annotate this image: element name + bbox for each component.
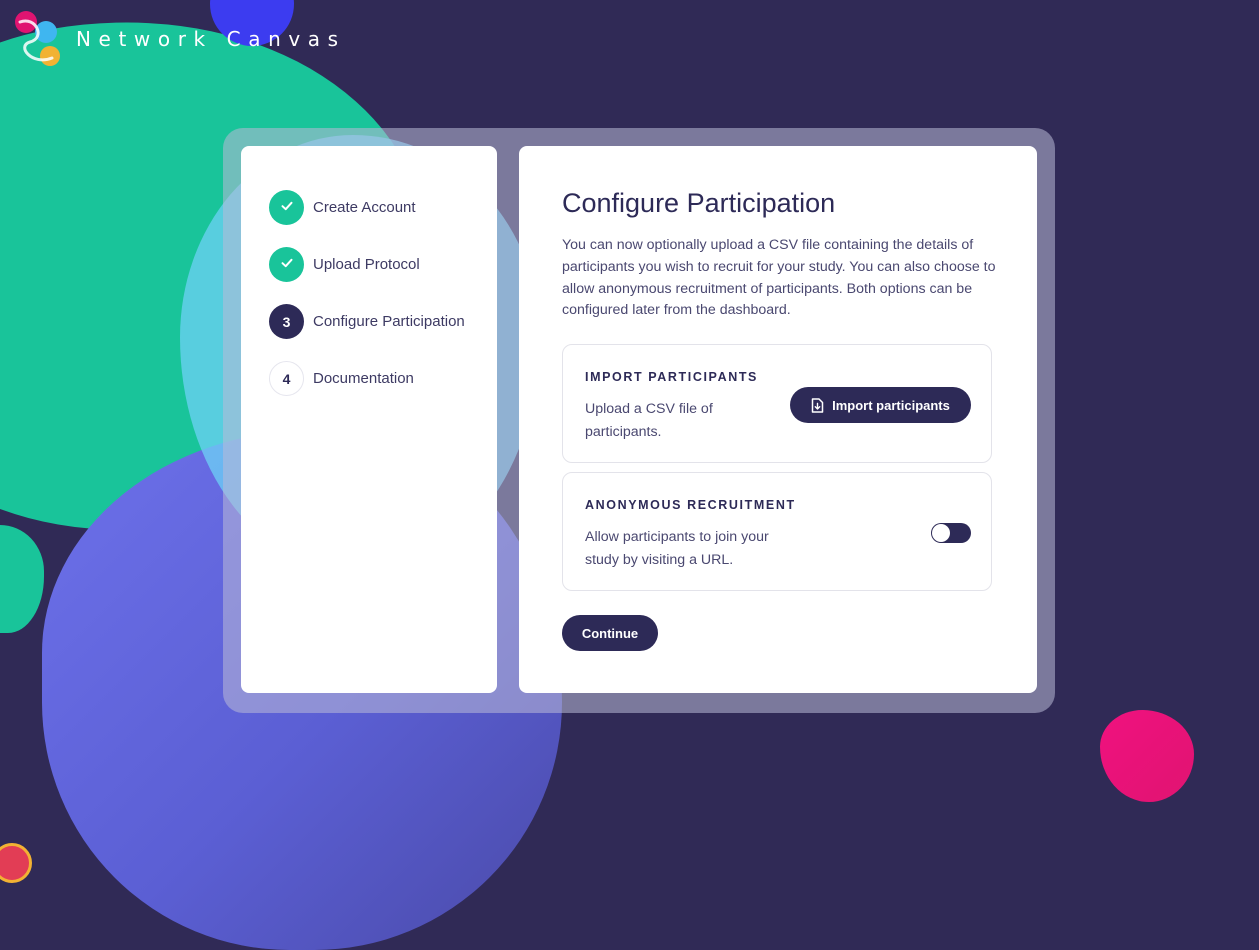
card-description: Allow participants to join your study by… bbox=[585, 529, 769, 568]
step-number-badge: 3 bbox=[269, 304, 304, 339]
step-number-badge: 4 bbox=[269, 361, 304, 396]
card-description: Upload a CSV file of participants. bbox=[585, 401, 713, 440]
anonymous-recruitment-toggle[interactable] bbox=[931, 523, 971, 543]
app-logo: Network Canvas bbox=[6, 8, 346, 70]
step-label: Configure Participation bbox=[313, 313, 465, 330]
flower-decoration bbox=[0, 843, 32, 883]
steps-sidebar: Create Account Upload Protocol 3 Configu… bbox=[241, 146, 497, 693]
step-label: Upload Protocol bbox=[313, 256, 420, 273]
step-documentation: 4 Documentation bbox=[269, 361, 414, 396]
import-participants-card: IMPORT PARTICIPANTS Upload a CSV file of… bbox=[562, 344, 992, 463]
app-name: Network Canvas bbox=[76, 27, 346, 51]
background-blob-green-small bbox=[0, 525, 44, 633]
anonymous-recruitment-card: ANONYMOUS RECRUITMENT Allow participants… bbox=[562, 472, 992, 591]
card-title: IMPORT PARTICIPANTS bbox=[585, 370, 758, 384]
step-configure-participation: 3 Configure Participation bbox=[269, 304, 465, 339]
file-import-icon bbox=[811, 397, 824, 413]
main-panel: Configure Participation You can now opti… bbox=[519, 146, 1037, 693]
page-title: Configure Participation bbox=[562, 188, 836, 218]
continue-button[interactable]: Continue bbox=[562, 615, 658, 651]
step-create-account: Create Account bbox=[269, 190, 416, 225]
step-complete-indicator bbox=[269, 247, 304, 282]
import-participants-button[interactable]: Import participants bbox=[790, 387, 971, 423]
check-icon bbox=[280, 256, 294, 273]
step-complete-indicator bbox=[269, 190, 304, 225]
step-upload-protocol: Upload Protocol bbox=[269, 247, 420, 282]
card-title: ANONYMOUS RECRUITMENT bbox=[585, 498, 796, 512]
background-blob-pink bbox=[1100, 710, 1194, 802]
step-label: Create Account bbox=[313, 199, 416, 216]
step-label: Documentation bbox=[313, 370, 414, 387]
button-label: Import participants bbox=[832, 397, 950, 413]
page-description: You can now optionally upload a CSV file… bbox=[562, 237, 996, 319]
network-canvas-logo-icon bbox=[6, 8, 68, 70]
check-icon bbox=[280, 199, 294, 216]
toggle-knob bbox=[932, 524, 950, 542]
